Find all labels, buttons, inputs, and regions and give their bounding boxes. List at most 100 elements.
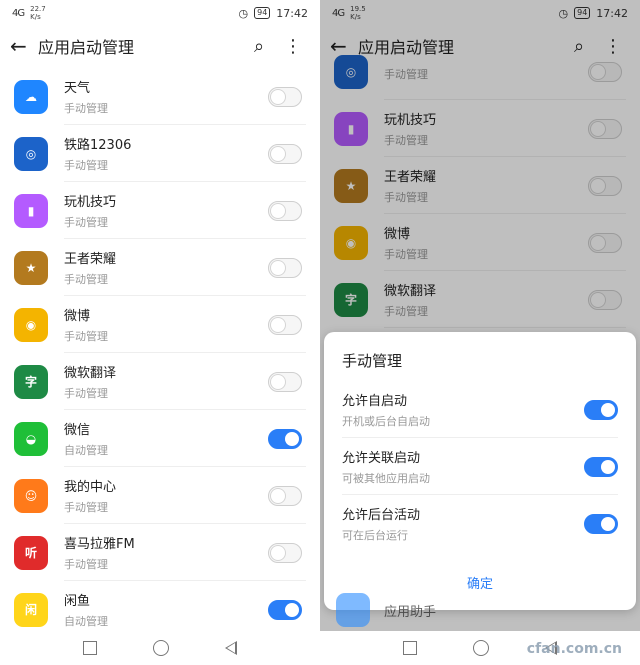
- toggle-knob: [271, 488, 285, 503]
- tips-icon: ▮: [14, 193, 48, 228]
- time: 17:42: [276, 6, 308, 20]
- toggle-knob: [601, 516, 615, 531]
- status-left: 4G 22.7 K/s: [12, 5, 46, 21]
- weather-icon: ☁: [14, 79, 48, 114]
- status-right: ◷ 94 17:42: [239, 7, 309, 20]
- auto-manage-toggle[interactable]: [268, 314, 302, 335]
- railway-icon: ◎: [14, 136, 48, 171]
- back-icon[interactable]: [225, 641, 237, 655]
- app-text: 微信 自动管理: [64, 419, 268, 458]
- app-management-mode: 手动管理: [64, 216, 108, 229]
- toggle-knob: [271, 89, 285, 104]
- auto-manage-toggle[interactable]: [268, 542, 302, 563]
- app-name: 玩机技巧: [64, 195, 117, 210]
- status-bar: 4G 22.7 K/s ◷ 94 17:42: [0, 0, 320, 26]
- app-management-mode: 手动管理: [64, 330, 108, 343]
- app-bar: ← 应用启动管理 ⌕ ⋮: [0, 26, 320, 66]
- dialog-option[interactable]: 允许后台活动 可在后台运行: [324, 495, 636, 552]
- dialog-options: 允许自启动 开机或后台自启动 允许关联启动 可被其他应用启动 允许后台活动 可在后台运行: [324, 381, 636, 552]
- app-management-mode: 手动管理: [64, 273, 108, 286]
- toggle-knob: [271, 545, 285, 560]
- app-row[interactable]: 听 喜马拉雅FM 手动管理: [0, 524, 320, 581]
- auto-manage-toggle[interactable]: [268, 371, 302, 392]
- app-name: 微信: [64, 423, 91, 438]
- confirm-button[interactable]: 确定: [324, 573, 636, 592]
- bottom-peek: 应用助手: [320, 591, 640, 631]
- auto-manage-toggle[interactable]: [268, 257, 302, 278]
- app-text: 我的中心 手动管理: [64, 476, 268, 515]
- dialog-option-toggle[interactable]: [584, 399, 618, 420]
- dialog-title: 手动管理: [342, 352, 403, 370]
- back-arrow-icon[interactable]: ←: [10, 34, 38, 58]
- auto-manage-toggle[interactable]: [268, 200, 302, 221]
- dialog-option[interactable]: 允许自启动 开机或后台自启动: [324, 381, 636, 438]
- screenshot-wrap: 4G 22.7 K/s ◷ 94 17:42 ← 应用启动管理 ⌕ ⋮ ☁ 天气手…: [0, 0, 640, 665]
- dialog-option-label: 允许自启动: [342, 394, 408, 409]
- app-row[interactable]: ☺ 我的中心 手动管理: [0, 467, 320, 524]
- dialog-option-toggle[interactable]: [584, 513, 618, 534]
- app-text: 喜马拉雅FM 手动管理: [64, 533, 268, 572]
- app-name: 喜马拉雅FM: [64, 537, 135, 552]
- toggle-knob: [285, 431, 299, 446]
- weibo-icon: ◉: [14, 307, 48, 342]
- toggle-knob: [271, 317, 285, 332]
- dialog-option-text: 允许后台活动 可在后台运行: [342, 504, 584, 543]
- app-name: 微博: [64, 309, 91, 324]
- toggle-knob: [271, 374, 285, 389]
- app-management-mode: 手动管理: [64, 387, 108, 400]
- app-management-mode: 自动管理: [64, 615, 108, 628]
- app-row[interactable]: ◎ 铁路12306 手动管理: [0, 125, 320, 182]
- auto-manage-toggle[interactable]: [268, 86, 302, 107]
- app-list: ☁ 天气 手动管理 ◎ 铁路12306 手动管理 ▮ 玩机技巧 手动管理 ★ 王者荣耀 手动管理 ◉ 微博…: [0, 68, 320, 631]
- dialog-option-text: 允许关联启动 可被其他应用启动: [342, 447, 584, 486]
- app-management-mode: 手动管理: [64, 558, 108, 571]
- app-row[interactable]: ◒ 微信 自动管理: [0, 410, 320, 467]
- app-text: 闲鱼 自动管理: [64, 590, 268, 629]
- dialog-option-toggle[interactable]: [584, 456, 618, 477]
- signal-icon: 4G: [12, 7, 25, 19]
- app-row[interactable]: ☁ 天气 手动管理: [0, 68, 320, 125]
- recent-apps-icon[interactable]: [403, 641, 417, 655]
- dialog-option-text: 允许自启动 开机或后台自启动: [342, 390, 584, 429]
- toggle-knob: [271, 146, 285, 161]
- app-management-mode: 手动管理: [64, 159, 108, 172]
- dialog-option-desc: 可被其他应用启动: [342, 472, 430, 485]
- app-text: 玩机技巧 手动管理: [64, 191, 268, 230]
- home-icon[interactable]: [473, 640, 489, 656]
- watermark: cfan.com.cn: [526, 641, 622, 657]
- auto-manage-toggle[interactable]: [268, 143, 302, 164]
- app-text: 天气 手动管理: [64, 77, 268, 116]
- app-row[interactable]: ▮ 玩机技巧手动管理: [0, 182, 320, 239]
- app-row[interactable]: 闲闲鱼 自动管理: [0, 581, 320, 631]
- battery-icon: 94: [254, 7, 271, 19]
- app-helper-label: 应用助手: [384, 605, 437, 620]
- app-helper-icon: [336, 593, 370, 627]
- app-management-mode: 手动管理: [64, 102, 108, 115]
- app-row[interactable]: 字微软翻译 手动管理: [0, 353, 320, 410]
- auto-manage-toggle[interactable]: [268, 428, 302, 449]
- app-text: 王者荣耀 手动管理: [64, 248, 268, 287]
- right-phone: 4G 19.5 K/s ◷ 94 17:42 ← 应用启动管理 ⌕ ⋮ ◎ 手动管…: [320, 0, 640, 665]
- auto-manage-toggle[interactable]: [268, 485, 302, 506]
- alarm-icon: ◷: [238, 6, 249, 20]
- app-name: 王者荣耀: [64, 252, 117, 267]
- recent-apps-icon[interactable]: [83, 641, 97, 655]
- search-icon[interactable]: ⌕: [242, 36, 276, 57]
- more-vert-icon[interactable]: ⋮: [276, 36, 310, 57]
- home-icon[interactable]: [153, 640, 169, 656]
- my-center-icon: ☺: [14, 478, 48, 513]
- toggle-knob: [271, 260, 285, 275]
- app-text: 微博 手动管理: [64, 305, 268, 344]
- auto-manage-toggle[interactable]: [268, 599, 302, 620]
- speed-value: 22.7: [30, 5, 46, 13]
- dialog-option[interactable]: 允许关联启动 可被其他应用启动: [324, 438, 636, 495]
- xianyu-icon: 闲: [14, 592, 48, 627]
- ximalaya-icon: 听: [14, 535, 48, 570]
- app-row[interactable]: ★ 王者荣耀手动管理: [0, 239, 320, 296]
- app-row[interactable]: ◉ 微博手动管理: [0, 296, 320, 353]
- speed-unit: K/s: [30, 13, 41, 21]
- dialog-option-label: 允许后台活动: [342, 508, 421, 523]
- game-icon: ★: [14, 250, 48, 285]
- app-name: 闲鱼: [64, 594, 91, 609]
- app-text: 铁路12306 手动管理: [64, 134, 268, 173]
